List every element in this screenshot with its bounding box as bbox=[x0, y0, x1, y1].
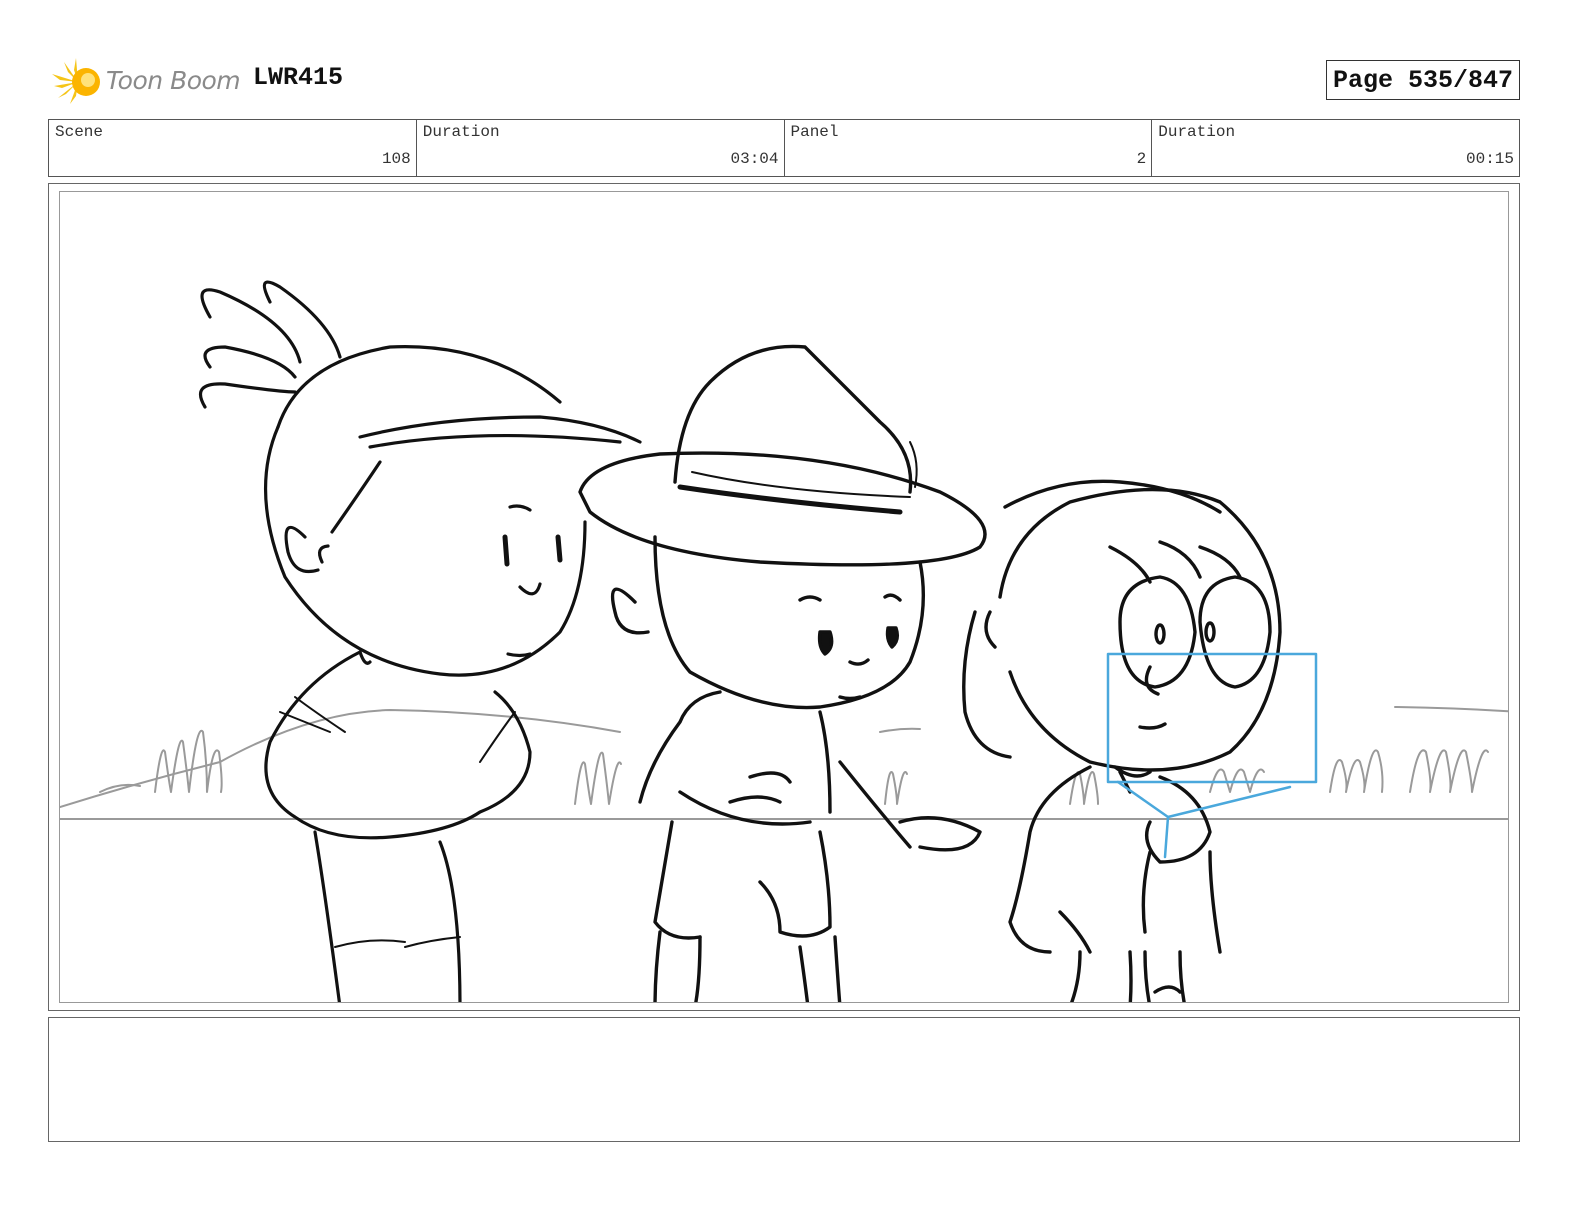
brand-name: Toon Boom bbox=[106, 66, 241, 95]
panel-notes-box bbox=[48, 1017, 1520, 1142]
scene-cell: Scene 108 bbox=[49, 120, 417, 176]
storyboard-panel bbox=[48, 183, 1520, 1011]
starburst-icon bbox=[52, 58, 100, 104]
panel-drawing-area bbox=[59, 191, 1509, 1003]
project-code: LWR415 bbox=[253, 63, 344, 92]
scene-duration-cell: Duration 03:04 bbox=[417, 120, 785, 176]
storyboard-header: Toon Boom LWR415 Page 535/847 bbox=[48, 52, 1520, 108]
panel-cell: Panel 2 bbox=[785, 120, 1153, 176]
panel-duration-cell: Duration 00:15 bbox=[1152, 120, 1519, 176]
scene-value: 108 bbox=[381, 150, 411, 168]
panel-sketch bbox=[60, 280, 1508, 1002]
panel-value: 2 bbox=[1136, 150, 1147, 168]
middle-character bbox=[578, 344, 987, 1002]
camera-guide bbox=[1106, 652, 1318, 859]
scene-info-row: Scene 108 Duration 03:04 Panel 2 Duratio… bbox=[48, 119, 1520, 177]
panel-duration-label: Duration bbox=[1158, 123, 1236, 141]
scene-duration-value: 03:04 bbox=[730, 150, 779, 168]
page-label: Page 535/847 bbox=[1332, 65, 1513, 95]
panel-label: Panel bbox=[790, 123, 839, 141]
left-character bbox=[199, 280, 642, 1002]
toon-boom-logo: Toon Boom bbox=[50, 56, 241, 108]
page-indicator: Page 535/847 bbox=[1325, 60, 1520, 100]
right-character bbox=[962, 479, 1282, 1002]
panel-duration-value: 00:15 bbox=[1465, 150, 1514, 168]
scene-label: Scene bbox=[55, 123, 104, 141]
scene-duration-label: Duration bbox=[422, 123, 500, 141]
